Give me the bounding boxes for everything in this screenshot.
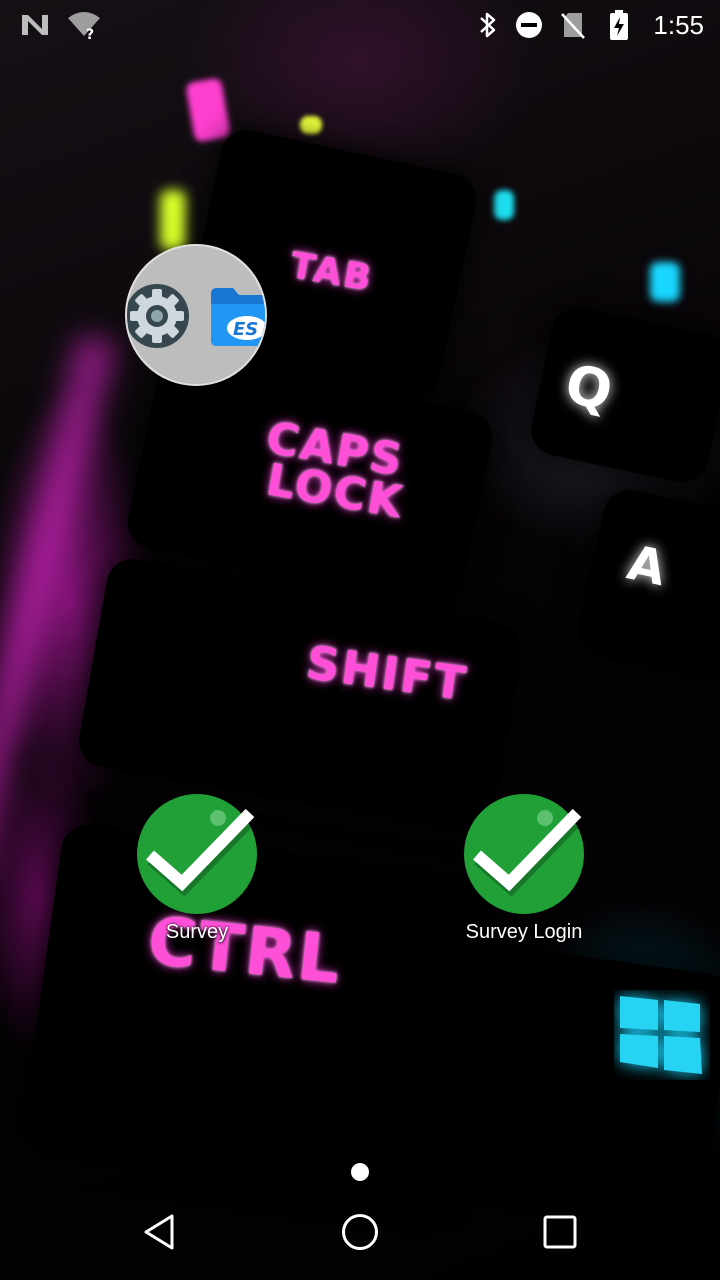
navigation-bar <box>0 1184 720 1280</box>
settings-icon[interactable] <box>127 276 191 356</box>
page-indicator-dot <box>351 1163 369 1181</box>
home-button[interactable] <box>300 1184 420 1280</box>
wallpaper: TAB CAPS LOCK SHIFT CTRL Q A <box>0 0 720 1280</box>
svg-text:?: ? <box>86 27 94 40</box>
recents-icon <box>543 1215 577 1249</box>
do-not-disturb-icon <box>514 0 544 50</box>
notification-n-icon <box>20 0 50 50</box>
wallpaper-glow <box>185 77 231 143</box>
windows-logo-icon <box>620 996 702 1074</box>
back-button[interactable] <box>100 1184 220 1280</box>
wallpaper-glow <box>494 190 514 220</box>
app-folder[interactable]: ES <box>125 244 267 386</box>
app-label: Survey <box>165 921 229 943</box>
battery-charging-icon <box>608 0 630 50</box>
app-survey-login[interactable]: Survey Login <box>434 793 614 944</box>
status-clock: 1:55 <box>653 9 704 40</box>
wallpaper-glow <box>300 116 322 134</box>
es-file-explorer-icon[interactable]: ES <box>209 286 267 348</box>
wallpaper-glow <box>160 190 186 250</box>
app-survey[interactable]: Survey <box>107 793 287 944</box>
check-circle-icon[interactable] <box>136 793 258 915</box>
bluetooth-icon <box>476 0 500 50</box>
svg-text:ES: ES <box>233 319 258 340</box>
status-bar: ? 1:55 <box>0 0 720 50</box>
check-circle-icon[interactable] <box>463 793 585 915</box>
wallpaper-keycap <box>526 302 720 488</box>
recents-button[interactable] <box>500 1184 620 1280</box>
no-sim-icon <box>560 0 586 50</box>
wifi-unknown-icon: ? <box>66 0 102 50</box>
app-label: Survey Login <box>465 921 583 943</box>
home-icon <box>342 1214 378 1250</box>
wallpaper-glow <box>650 262 680 302</box>
wallpaper-glow <box>0 333 118 887</box>
back-icon <box>144 1214 174 1250</box>
